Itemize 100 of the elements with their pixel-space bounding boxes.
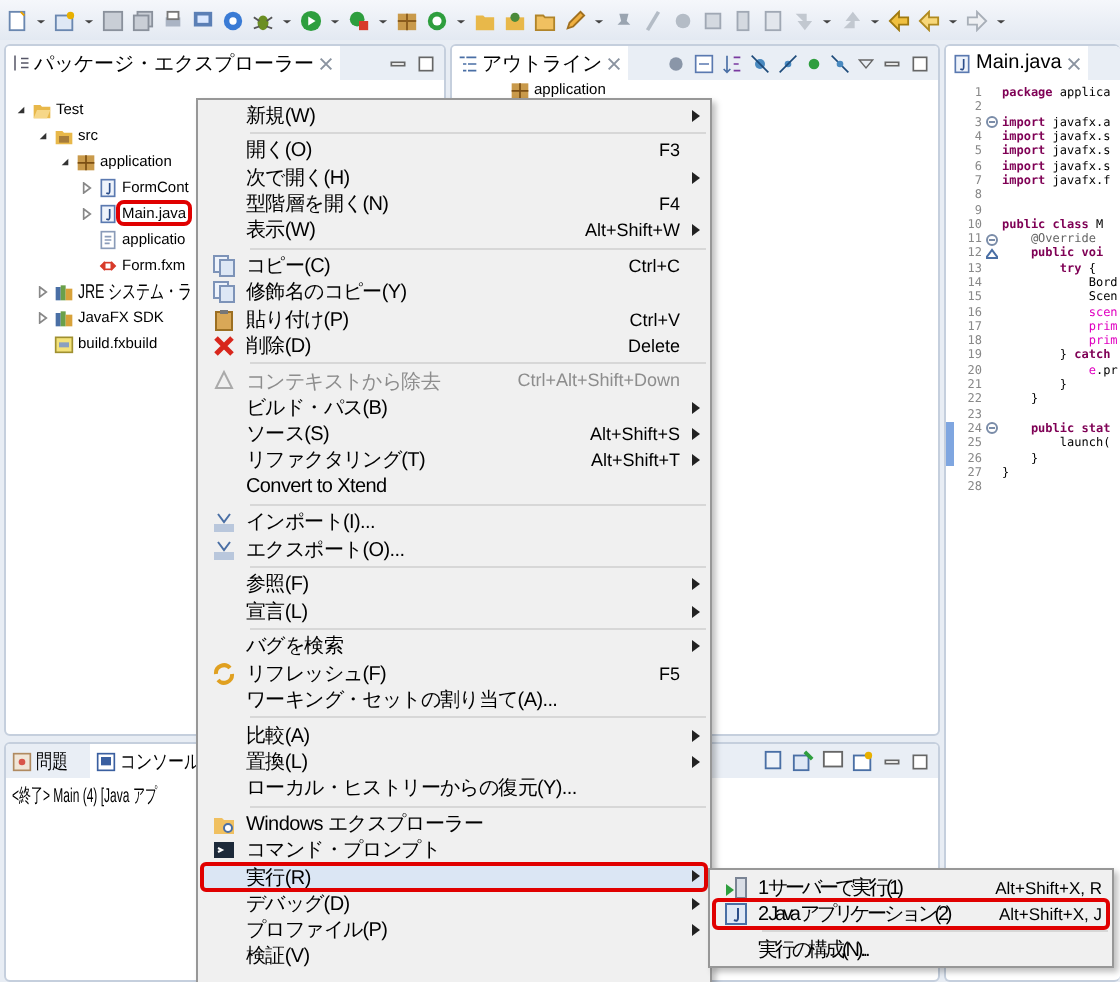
menu-item[interactable]: プロファイル(P) (202, 916, 706, 944)
menu-item[interactable]: ワーキング・セットの割り当て(A)... (202, 686, 706, 714)
console-icon (96, 751, 116, 771)
library-icon (54, 281, 74, 301)
fxml-file-icon (98, 255, 118, 275)
back-icon[interactable] (918, 9, 940, 31)
delete-icon (212, 333, 236, 358)
package-icon[interactable] (396, 9, 418, 31)
collapsed-arrow-icon[interactable] (82, 207, 92, 219)
new-item-icon[interactable] (54, 9, 76, 31)
maximize-icon[interactable] (416, 53, 436, 73)
fold-icon[interactable] (986, 116, 998, 129)
menu-item[interactable]: リフレッシュ(F) F5 (202, 659, 706, 687)
package-explorer-icon (12, 54, 30, 72)
refresh-icon (212, 661, 236, 686)
menu-item[interactable]: 比較(A) (202, 721, 706, 749)
monitor-icon[interactable] (192, 9, 214, 31)
menu-item[interactable]: 1 サーバーで実行(1) Alt+Shift+X, R (714, 874, 1108, 901)
collapsed-arrow-icon[interactable] (38, 311, 48, 323)
package-icon (510, 79, 530, 99)
back-edit-icon[interactable] (888, 9, 910, 31)
hide-local-icon[interactable] (830, 53, 850, 73)
folder-icon[interactable] (534, 9, 556, 31)
java-file-icon (98, 203, 118, 223)
menu-item[interactable]: コピー(C) Ctrl+C (202, 252, 706, 280)
expanded-arrow-icon[interactable] (16, 103, 26, 115)
sort-icon[interactable] (722, 53, 742, 73)
server-run-icon (724, 875, 748, 900)
menu-item[interactable]: ソース(S) Alt+Shift+S (202, 420, 706, 448)
problems-icon (12, 751, 32, 771)
copy-icon (212, 280, 236, 305)
source-folder-icon (54, 125, 74, 145)
maximize-icon[interactable] (910, 53, 930, 73)
open-project-icon[interactable] (504, 9, 526, 31)
terminal-icon (212, 838, 236, 863)
collapse-all-icon[interactable] (694, 53, 714, 73)
menu-item[interactable]: Windows エクスプローラー (202, 810, 706, 838)
menu-item[interactable]: インポート(I)... (202, 509, 706, 537)
new-file-icon[interactable] (6, 9, 28, 31)
java-file-icon (98, 177, 118, 197)
library-icon (54, 307, 74, 327)
fold-icon[interactable] (986, 233, 998, 246)
menu-item[interactable]: 参照(F) (202, 571, 706, 598)
menu-item[interactable]: エクスポート(O)... (202, 536, 706, 563)
menu-item[interactable]: 新規(W) (202, 102, 706, 129)
menu-item[interactable]: バグを検索 (202, 633, 706, 660)
import-icon (212, 537, 236, 562)
build-file-icon (54, 333, 74, 353)
save-icon[interactable] (102, 9, 124, 31)
menu-item[interactable]: 開く(O) F3 (202, 137, 706, 164)
java-file-icon (952, 53, 972, 73)
pin-console-icon[interactable] (792, 750, 814, 772)
menu-item[interactable]: Convert to Xtend (202, 474, 706, 501)
dot-icon[interactable] (806, 55, 822, 71)
java-app-icon (724, 901, 748, 926)
menu-item[interactable]: 2 Java アプリケーション(2) Alt+Shift+X, J (714, 900, 1108, 928)
menu-item[interactable]: 実行の構成(N)... (714, 935, 1108, 963)
expanded-arrow-icon[interactable] (38, 129, 48, 141)
remove-icon (212, 368, 236, 393)
maximize-icon[interactable] (910, 751, 930, 771)
menu-item[interactable]: ローカル・ヒストリーからの復元(Y)... (202, 775, 706, 802)
menu-item[interactable]: 削除(D) Delete (202, 332, 706, 359)
menu-item[interactable]: ビルド・パス(B) (202, 394, 706, 421)
expanded-arrow-icon[interactable] (60, 155, 70, 167)
save-all-icon[interactable] (132, 9, 154, 31)
menu-item[interactable]: 表示(W) Alt+Shift+W (202, 217, 706, 244)
menu-item[interactable]: 貼り付け(P) Ctrl+V (202, 305, 706, 333)
menu-item[interactable]: 宣言(L) (202, 598, 706, 625)
print-icon[interactable] (162, 9, 184, 31)
copy-icon (212, 253, 236, 278)
menu-item[interactable]: コマンド・プロンプト (202, 837, 706, 864)
run-icon[interactable] (300, 9, 322, 31)
view-menu-icon[interactable] (858, 55, 874, 71)
console-output: <終了> Main (4) [Java アプ (12, 783, 157, 810)
hide-static-icon[interactable] (778, 53, 798, 73)
panel-tab[interactable]: 問題 (6, 744, 82, 778)
collapsed-arrow-icon[interactable] (82, 181, 92, 193)
folder-icon (32, 99, 52, 119)
menu-item[interactable]: 次で開く(H) (202, 163, 706, 191)
collapsed-arrow-icon[interactable] (38, 285, 48, 297)
fold-icon[interactable] (986, 422, 998, 435)
run-external-icon[interactable] (348, 9, 370, 31)
display-console-icon[interactable] (822, 750, 844, 772)
menu-item[interactable]: リファクタリング(T) Alt+Shift+T (202, 447, 706, 475)
close-icon[interactable] (318, 55, 334, 71)
package-icon (76, 151, 96, 171)
close-icon[interactable] (1065, 55, 1082, 71)
import-icon (212, 510, 236, 535)
menu-item[interactable]: 実行(R) (202, 863, 706, 891)
menu-item[interactable]: 検証(V) (202, 943, 706, 971)
menu-item[interactable]: デバッグ(D) (202, 890, 706, 917)
file-icon (98, 229, 118, 249)
new-console-icon[interactable] (852, 750, 874, 772)
close-icon[interactable] (606, 55, 622, 71)
menu-item[interactable]: 修飾名のコピー(Y) (202, 279, 706, 306)
clear-console-icon[interactable] (762, 750, 784, 772)
outline-icon (458, 53, 478, 73)
hide-fields-icon[interactable] (750, 53, 770, 73)
menu-item[interactable]: 型階層を開く(N) F4 (202, 190, 706, 218)
pencil-icon[interactable] (564, 9, 586, 31)
